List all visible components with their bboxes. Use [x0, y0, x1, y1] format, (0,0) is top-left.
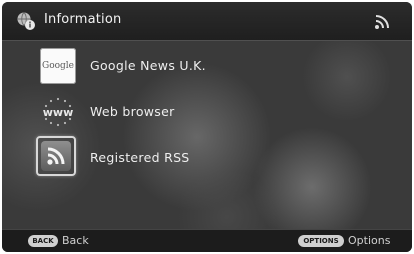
rss-signal-icon [375, 15, 389, 29]
options-button-badge[interactable]: OPTIONS [298, 235, 344, 247]
rss-icon [41, 141, 71, 171]
header-bar: Information [2, 2, 412, 41]
options-label[interactable]: Options [348, 234, 390, 247]
list-item-label: Registered RSS [90, 150, 190, 165]
list-item-web-browser[interactable]: www Web browser [36, 92, 336, 132]
footer-bar: BACK Back OPTIONS Options [2, 229, 412, 252]
google-icon: Google [40, 48, 76, 84]
globe-info-icon [17, 12, 35, 30]
www-icon-text: www [43, 106, 74, 119]
page-title: Information [44, 12, 122, 27]
list-item-label: Google News U.K. [90, 58, 206, 73]
information-screen: Information Google Google News U.K. www … [2, 2, 412, 252]
back-label[interactable]: Back [62, 234, 89, 247]
list-item-label: Web browser [90, 104, 175, 119]
www-icon: www [43, 97, 74, 127]
google-icon-text: Google [42, 61, 74, 71]
list-item-google-news[interactable]: Google Google News U.K. [36, 46, 336, 86]
back-button-badge[interactable]: BACK [28, 235, 58, 247]
list-item-registered-rss[interactable]: Registered RSS [36, 136, 336, 178]
